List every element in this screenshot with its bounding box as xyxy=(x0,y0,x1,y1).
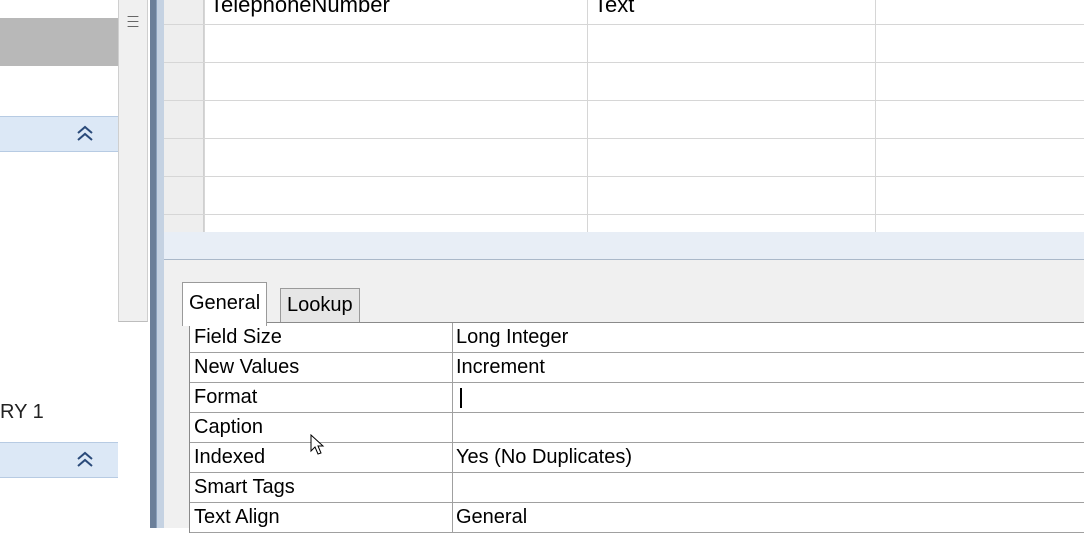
window-frame xyxy=(156,0,164,528)
double-chevron-up-icon[interactable] xyxy=(72,121,98,147)
grid-divider xyxy=(204,0,205,232)
scroll-grip-icon[interactable]: — — — xyxy=(125,10,141,32)
property-label: Indexed xyxy=(194,446,266,468)
field-size-value[interactable]: Long Integer xyxy=(456,326,568,349)
grid-row-line xyxy=(164,176,1084,177)
grid-divider xyxy=(875,0,876,232)
property-label: New Values xyxy=(194,356,300,378)
nav-group-header-1[interactable] xyxy=(0,116,118,152)
grid-row-line xyxy=(164,138,1084,139)
tab-lookup[interactable]: Lookup xyxy=(280,288,360,322)
property-label: Caption xyxy=(194,416,263,438)
indexed-value[interactable]: Yes (No Duplicates) xyxy=(456,446,632,469)
tab-general[interactable]: General xyxy=(182,282,268,326)
property-row-format[interactable]: Format xyxy=(190,383,1084,413)
nav-selected-item[interactable] xyxy=(0,18,118,66)
field-name-cell[interactable]: TelephoneNumber xyxy=(210,0,390,18)
design-splitter xyxy=(164,232,1084,260)
property-divider xyxy=(452,353,453,383)
property-label: Text Align xyxy=(194,506,280,528)
nav-item-query[interactable]: RY 1 xyxy=(0,401,44,424)
property-row-new-values[interactable]: New Values Increment xyxy=(190,353,1084,383)
property-divider xyxy=(452,443,453,473)
property-row-smart-tags[interactable]: Smart Tags xyxy=(190,473,1084,503)
text-align-value[interactable]: General xyxy=(456,506,527,529)
nav-group-header-2[interactable] xyxy=(0,442,118,478)
grid-row-line xyxy=(164,62,1084,63)
field-properties-pane: General Lookup Field Size Long Integer N… xyxy=(164,260,1084,533)
text-caret xyxy=(460,388,462,408)
grid-row-line xyxy=(164,100,1084,101)
navigation-pane: — — — RY 1 xyxy=(0,0,150,528)
property-row-text-align[interactable]: Text Align General xyxy=(190,503,1084,533)
double-chevron-up-icon[interactable] xyxy=(72,447,98,473)
property-divider xyxy=(452,473,453,503)
properties-table: Field Size Long Integer New Values Incre… xyxy=(189,322,1084,533)
data-type-cell[interactable]: Text xyxy=(594,0,634,18)
mouse-pointer-icon xyxy=(310,434,325,455)
grid-row-line xyxy=(164,24,1084,25)
property-label: Format xyxy=(194,386,258,408)
property-row-field-size[interactable]: Field Size Long Integer xyxy=(190,323,1084,353)
row-selector-column[interactable] xyxy=(164,0,204,232)
table-design-grid: TelephoneNumber Text xyxy=(164,0,1084,232)
grid-divider xyxy=(587,0,588,232)
nav-scrollbar[interactable]: — — — xyxy=(118,0,148,322)
property-divider xyxy=(452,383,453,413)
grid-row-line xyxy=(164,214,1084,215)
property-label: Field Size xyxy=(194,326,282,348)
new-values-value[interactable]: Increment xyxy=(456,356,545,379)
property-divider xyxy=(452,323,453,353)
property-divider xyxy=(452,503,453,533)
property-label: Smart Tags xyxy=(194,476,295,498)
property-divider xyxy=(452,413,453,443)
